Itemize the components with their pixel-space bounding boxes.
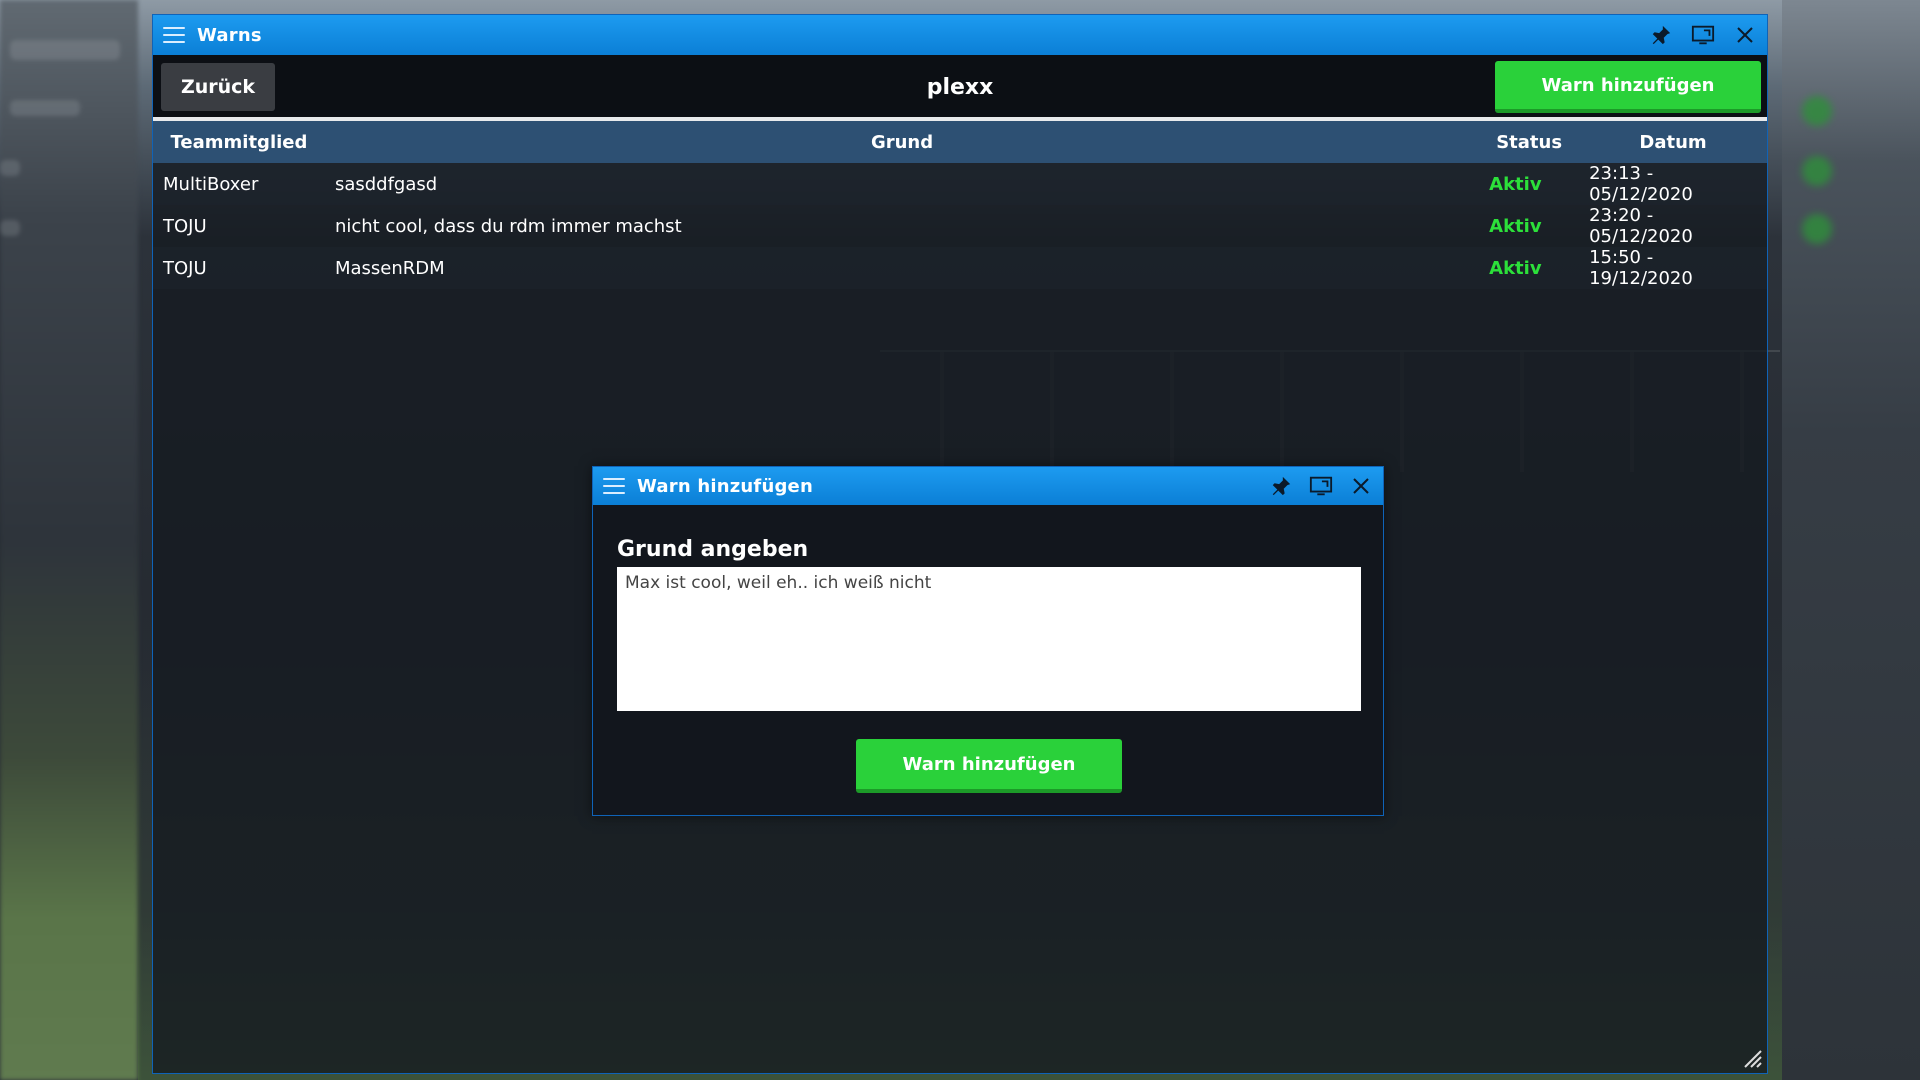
maximize-icon[interactable] [1309, 474, 1333, 498]
resize-grip-icon[interactable] [1741, 1047, 1763, 1069]
cell-reason: nicht cool, dass du rdm immer machst [334, 215, 682, 237]
close-icon[interactable] [1349, 474, 1373, 498]
cell-member: TOJU [163, 215, 207, 237]
table-row[interactable]: TOJU MassenRDM Aktiv 15:50 - 19/12/2020 [153, 247, 1767, 289]
column-header-status[interactable]: Status [1479, 121, 1579, 163]
table-row[interactable]: MultiBoxer sasddfgasd Aktiv 23:13 - 05/1… [153, 163, 1767, 205]
close-icon[interactable] [1733, 23, 1757, 47]
pin-icon[interactable] [1269, 474, 1293, 498]
column-header-member[interactable]: Teammitglied [153, 121, 325, 163]
dialog-titlebar[interactable]: Warn hinzufügen [593, 467, 1383, 505]
table-header-row: Teammitglied Grund Status Datum [153, 121, 1767, 163]
maximize-icon[interactable] [1691, 23, 1715, 47]
cell-status: Aktiv [1489, 215, 1542, 237]
add-warn-button[interactable]: Warn hinzufügen [1495, 61, 1761, 113]
add-warn-dialog: Warn hinzufügen Grund angeben Warn hinzu… [592, 466, 1384, 816]
dialog-title: Warn hinzufügen [637, 475, 813, 497]
window-title: Warns [197, 24, 262, 46]
menu-icon[interactable] [603, 478, 625, 494]
reason-label: Grund angeben [617, 537, 809, 562]
cell-status: Aktiv [1489, 173, 1542, 195]
pin-icon[interactable] [1649, 23, 1673, 47]
background-right-blur [1782, 0, 1920, 1080]
column-header-reason[interactable]: Grund [325, 121, 1479, 163]
cell-date: 23:13 - 05/12/2020 [1589, 163, 1693, 205]
column-header-date[interactable]: Datum [1579, 121, 1767, 163]
cell-date: 23:20 - 05/12/2020 [1589, 205, 1693, 247]
warns-table: Teammitglied Grund Status Datum MultiBox… [153, 121, 1767, 289]
background-left-blur [0, 0, 138, 1080]
cell-member: MultiBoxer [163, 173, 259, 195]
cell-member: TOJU [163, 257, 207, 279]
warns-window-titlebar[interactable]: Warns [153, 15, 1767, 55]
submit-warn-button[interactable]: Warn hinzufügen [856, 739, 1122, 793]
cell-date: 15:50 - 19/12/2020 [1589, 247, 1693, 289]
cell-reason: sasddfgasd [334, 173, 438, 195]
menu-icon[interactable] [163, 27, 185, 43]
warns-toolbar: Zurück plexx Warn hinzufügen [153, 55, 1767, 121]
cell-status: Aktiv [1489, 257, 1542, 279]
reason-input[interactable] [617, 567, 1361, 711]
table-row[interactable]: TOJU nicht cool, dass du rdm immer machs… [153, 205, 1767, 247]
cell-reason: MassenRDM [334, 257, 445, 279]
